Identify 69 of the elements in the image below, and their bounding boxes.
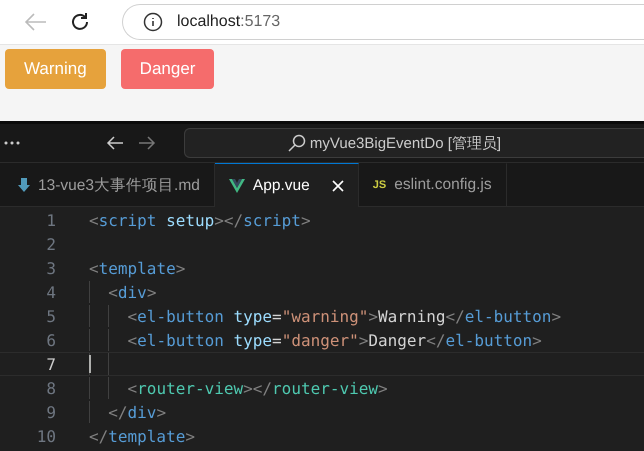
code-token: > [532, 330, 542, 350]
code-token: "warning" [282, 306, 368, 326]
code-token: </ [426, 330, 446, 350]
code-token: "danger" [282, 330, 359, 350]
line-number: 3 [45, 258, 56, 278]
code-token: > [368, 306, 378, 326]
line-number: 10 [36, 426, 56, 446]
code-token: > [156, 402, 166, 422]
search-icon [288, 134, 306, 152]
line-number: 2 [45, 234, 56, 254]
code-token: < [89, 210, 99, 230]
code-token: type [232, 330, 272, 350]
reload-icon[interactable] [69, 11, 91, 33]
code-token: > [176, 258, 186, 278]
code-token: script [243, 210, 301, 230]
code-token: = [272, 330, 282, 350]
code-token: < [126, 306, 138, 326]
line-number: 6 [45, 330, 56, 350]
command-center[interactable]: myVue3BigEventDo [管理员] [184, 128, 644, 158]
line-number: 7 [45, 354, 56, 374]
code-token: el-button [445, 330, 532, 350]
code-token: > [358, 330, 368, 350]
code-token: ></ [214, 210, 244, 230]
code-token: type [232, 306, 272, 326]
text-cursor [89, 355, 91, 373]
more-icon[interactable] [4, 141, 20, 145]
editor-tab[interactable]: App.vue [214, 163, 359, 207]
code-token: = [272, 306, 282, 326]
forward-arrow-icon[interactable] [138, 136, 156, 150]
code-token: > [146, 282, 156, 302]
js-label: JS [372, 179, 386, 191]
code-token: > [378, 378, 388, 398]
code-token: < [107, 282, 118, 302]
code-token: < [89, 258, 99, 278]
code-token: div [128, 402, 156, 422]
code-token: </ [445, 306, 465, 326]
code-token: router-view [272, 378, 378, 398]
code-token: setup [165, 210, 214, 230]
code-token: el-button [137, 330, 224, 350]
line-number: 9 [45, 402, 56, 422]
code-token: Warning [378, 306, 446, 326]
code-token: template [98, 258, 176, 278]
address-bar[interactable]: localhost:5173 [122, 4, 644, 40]
v-logo-icon [228, 178, 245, 192]
code-token: </ [89, 426, 108, 446]
line-number: 1 [45, 210, 56, 230]
code-token: el-button [464, 306, 552, 326]
url-host: localhost [177, 13, 240, 30]
code-token: script [98, 210, 156, 230]
close-icon[interactable] [332, 180, 344, 192]
code-token: </ [107, 402, 128, 422]
code-token: template [108, 426, 186, 446]
code-token: > [300, 210, 311, 230]
line-number: 5 [45, 306, 56, 326]
code-token: Danger [368, 330, 426, 350]
back-arrow-icon[interactable] [106, 136, 124, 150]
line-number: 8 [45, 378, 56, 398]
code-token: router-view [137, 378, 244, 398]
line-number: 4 [45, 282, 56, 302]
info-icon [143, 12, 163, 32]
code-token: ></ [243, 378, 272, 398]
url-port: :5173 [240, 13, 280, 30]
code-token: < [126, 378, 138, 398]
code-token: el-button [137, 306, 224, 326]
code-token: > [551, 306, 562, 326]
code-token: div [118, 282, 147, 302]
down-arrow-icon [18, 178, 30, 192]
code-token: < [126, 330, 138, 350]
code-token: > [185, 426, 195, 446]
